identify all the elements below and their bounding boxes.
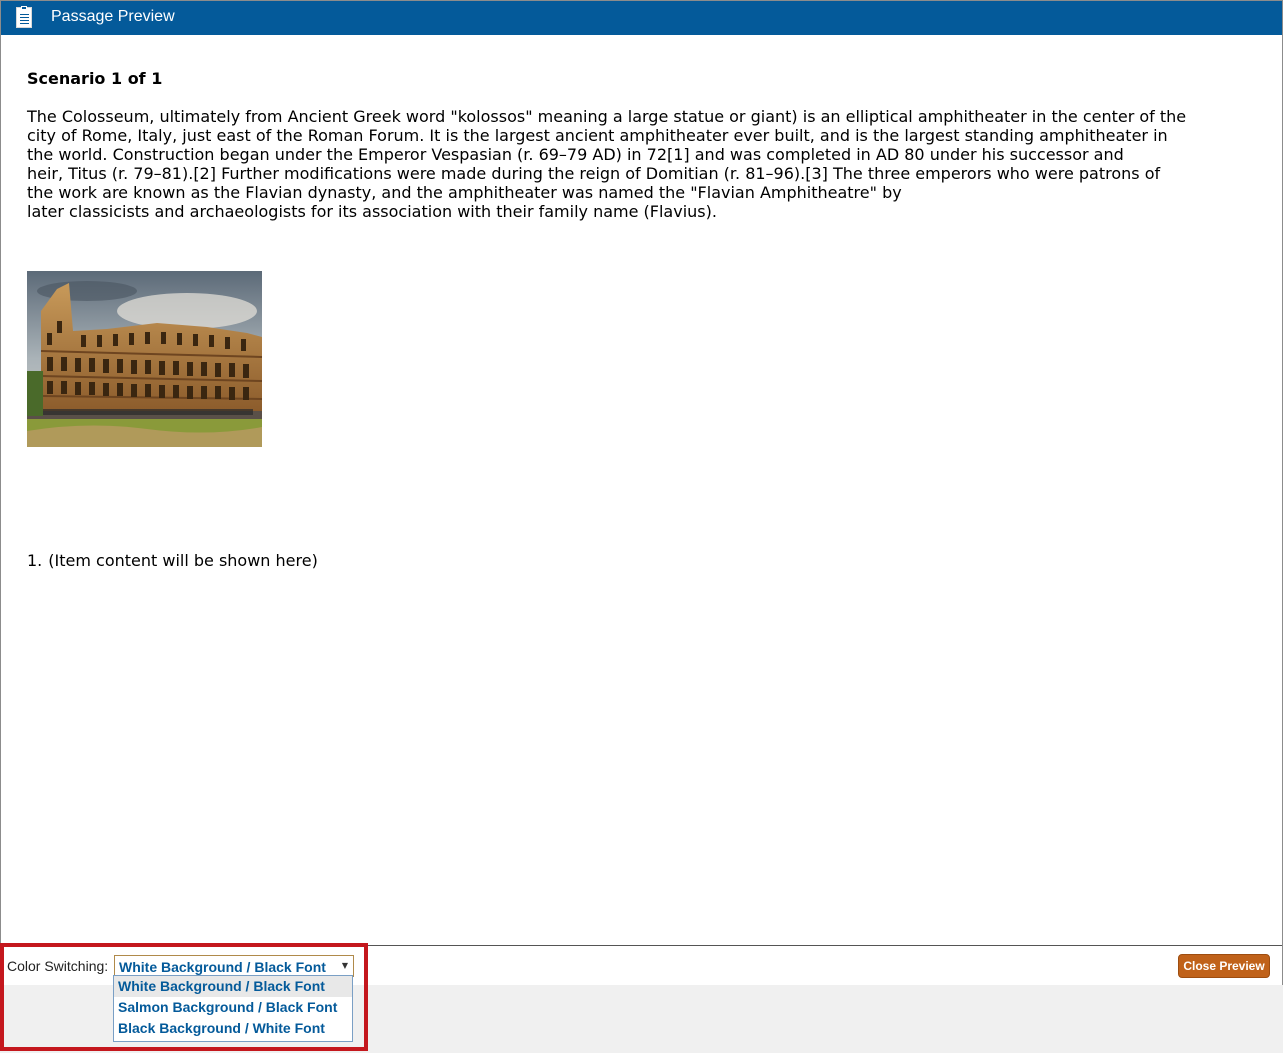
- window-title: Passage Preview: [51, 8, 175, 25]
- passage-text: The Colosseum, ultimately from Ancient G…: [27, 107, 1207, 221]
- dropdown-option-salmon-background[interactable]: Salmon Background / Black Font: [114, 997, 352, 1018]
- color-switching-dropdown-list: White Background / Black Font Salmon Bac…: [113, 975, 353, 1042]
- color-switching-label: Color Switching:: [7, 958, 109, 974]
- scenario-heading: Scenario 1 of 1: [27, 69, 163, 88]
- dropdown-option-black-background[interactable]: Black Background / White Font: [114, 1018, 352, 1039]
- color-switching-select[interactable]: White Background / Black Font ▼: [114, 955, 354, 977]
- title-bar: Passage Preview: [1, 1, 1282, 35]
- passage-content: Scenario 1 of 1 The Colosseum, ultimatel…: [1, 35, 1282, 945]
- dropdown-option-white-background[interactable]: White Background / Black Font: [114, 976, 352, 997]
- passage-line: heir, Titus (r. 79–81).[2] Further modif…: [27, 164, 1161, 183]
- document-clipboard-icon: [16, 6, 32, 28]
- item-text: (Item content will be shown here): [48, 551, 318, 570]
- passage-line: later classicists and archaeologists for…: [27, 202, 717, 221]
- passage-line: The Colosseum, ultimately from Ancient G…: [27, 107, 1187, 126]
- passage-line: the work are known as the Flavian dynast…: [27, 183, 902, 202]
- passage-line: city of Rome, Italy, just east of the Ro…: [27, 126, 1168, 145]
- passage-preview-dialog: Passage Preview Scenario 1 of 1 The Colo…: [0, 0, 1283, 985]
- selected-color-option: White Background / Black Font: [119, 959, 326, 975]
- passage-line: the world. Construction began under the …: [27, 145, 1124, 164]
- colosseum-image: [27, 271, 262, 447]
- close-preview-button[interactable]: Close Preview: [1178, 954, 1270, 978]
- item-placeholder: 1. (Item content will be shown here): [27, 551, 318, 570]
- dropdown-arrow-icon: ▼: [341, 961, 348, 970]
- item-number: 1.: [27, 551, 43, 570]
